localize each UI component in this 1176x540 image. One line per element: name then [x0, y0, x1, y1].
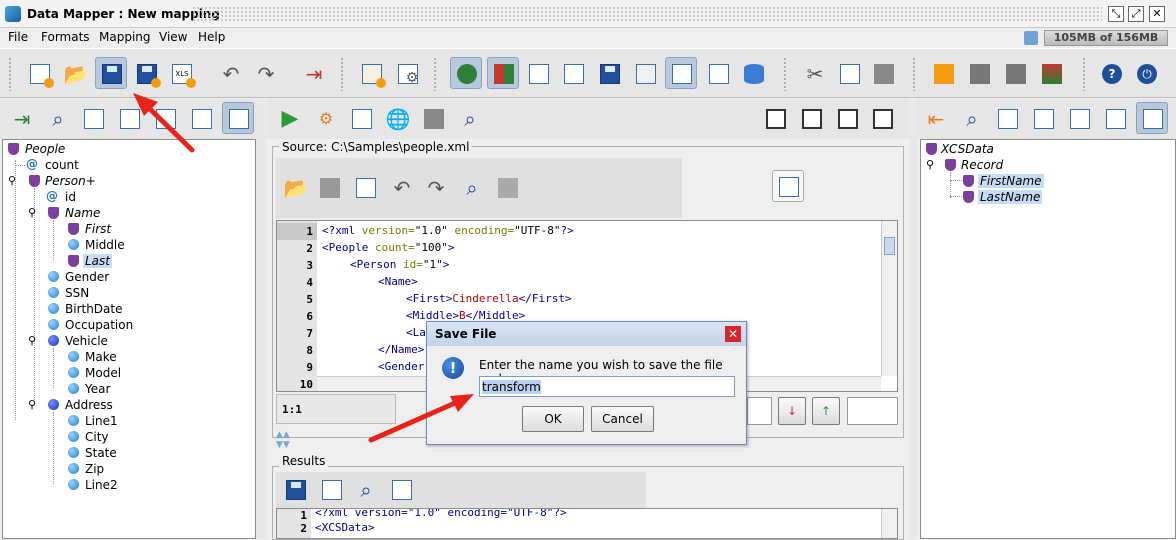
annotation-arrow-save [133, 93, 195, 153]
annotation-overlay [133, 93, 474, 443]
annotation-arrow-input [368, 394, 474, 443]
